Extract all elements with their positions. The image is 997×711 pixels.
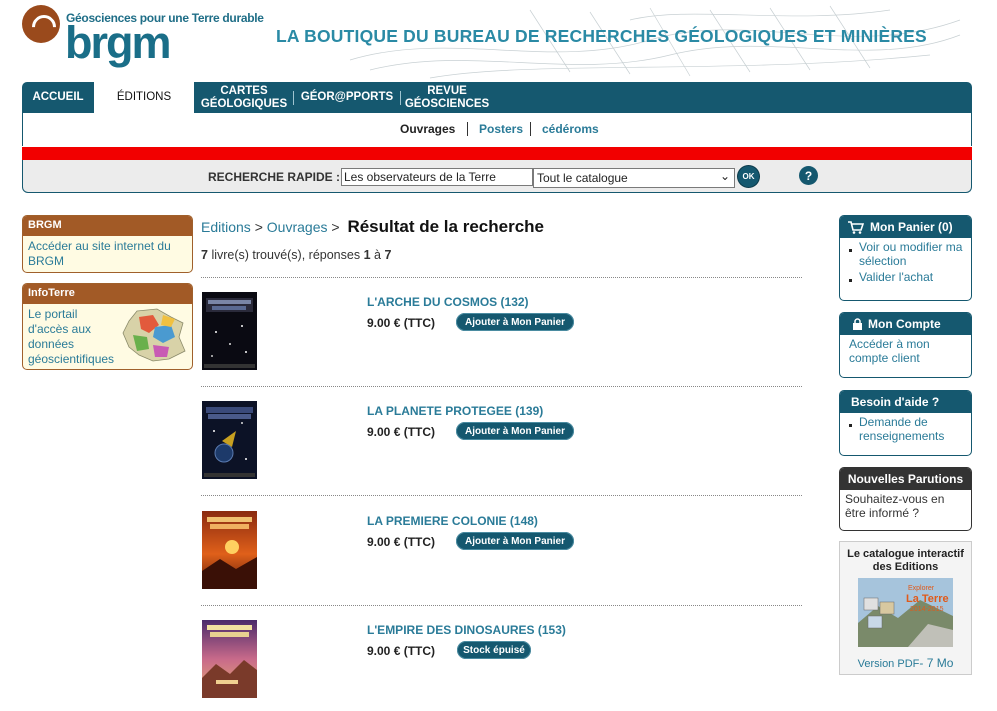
page-title: Résultat de la recherche	[347, 217, 544, 236]
nav-accueil[interactable]: ACCUEIL	[22, 82, 94, 113]
result-total: 7	[201, 248, 208, 262]
alert-bar	[22, 147, 972, 160]
interactive-catalog-box: Le catalogue interactif des Editions Exp…	[839, 541, 972, 675]
france-map-icon[interactable]	[119, 307, 189, 363]
nav-cartes-geologiques[interactable]: CARTES GÉOLOGIQUES	[196, 82, 292, 113]
product-title[interactable]: LA PREMIERE COLONIE (148)	[367, 514, 538, 528]
search-ok-button[interactable]: OK	[738, 166, 759, 187]
sub-nav: Ouvrages Posters cédéroms	[22, 113, 972, 146]
brgm-box: BRGM Accéder au site internet du BRGM	[22, 215, 193, 273]
nav-separator	[400, 91, 401, 105]
breadcrumb-editions[interactable]: Editions	[201, 219, 251, 235]
add-to-cart-button[interactable]: Ajouter à Mon Panier	[456, 532, 574, 550]
product-item: LA PLANETE PROTEGEE (139) 9.00 € (TTC) A…	[201, 401, 802, 491]
result-to: 7	[384, 248, 392, 262]
catalog-cover-image[interactable]: Explorer La Terre 2014-2015	[858, 578, 953, 647]
subnav-cederoms[interactable]: cédéroms	[542, 122, 599, 136]
account-link[interactable]: Accéder à mon compte client	[840, 335, 971, 369]
add-to-cart-button[interactable]: Ajouter à Mon Panier	[456, 313, 574, 331]
cart-icon	[848, 220, 864, 234]
subnav-separator	[530, 122, 531, 136]
cart-title[interactable]: Mon Panier (0)	[870, 220, 953, 234]
catalog-pdf-size: - 7 Mo	[919, 656, 954, 670]
product-item: L'EMPIRE DES DINOSAURES (153) 9.00 € (TT…	[201, 620, 802, 710]
infoterre-box: InfoTerre Le portail d'accès aux données…	[22, 283, 193, 370]
product-price: 9.00 € (TTC)	[367, 644, 436, 658]
news-title[interactable]: Nouvelles Parutions	[840, 468, 971, 490]
search-input[interactable]	[341, 168, 533, 186]
result-from: 1	[363, 248, 371, 262]
add-to-cart-button[interactable]: Ajouter à Mon Panier	[456, 422, 574, 440]
result-count: 7 livre(s) trouvé(s), réponses 1 à 7	[201, 248, 391, 262]
help-box: Besoin d'aide ? Demande de renseignement…	[839, 390, 972, 456]
book-cover-image[interactable]	[202, 511, 257, 589]
help-title[interactable]: Besoin d'aide ?	[840, 391, 971, 413]
product-price: 9.00 € (TTC)	[367, 316, 436, 330]
nav-revue-geosciences[interactable]: REVUE GÉOSCIENCES	[402, 82, 492, 113]
subnav-posters[interactable]: Posters	[479, 122, 523, 136]
catalog-pdf-link[interactable]: Version PDF- 7 Mo	[840, 656, 971, 670]
breadcrumb-ouvrages[interactable]: Ouvrages	[267, 219, 328, 235]
product-price: 9.00 € (TTC)	[367, 535, 436, 549]
chevron-down-icon: ⌄	[719, 169, 730, 183]
catalog-cover-title: La Terre	[906, 593, 949, 605]
brgm-logo-icon[interactable]	[22, 5, 60, 43]
book-cover-image[interactable]	[202, 620, 257, 698]
breadcrumb: Editions > Ouvrages > Résultat de la rec…	[201, 217, 544, 237]
product-title[interactable]: L'ARCHE DU COSMOS (132)	[367, 295, 529, 309]
infoterre-link[interactable]: Le portail d'accès aux données géoscient…	[23, 304, 125, 369]
out-of-stock-button: Stock épuisé	[457, 641, 531, 659]
brgm-site-link[interactable]: Accéder au site internet du BRGM	[23, 236, 192, 272]
result-found-text: livre(s) trouvé(s), réponses	[211, 248, 361, 262]
infoterre-box-title: InfoTerre	[23, 284, 192, 304]
nav-editions[interactable]: ÉDITIONS	[94, 82, 194, 113]
catalog-cover-years: 2014-2015	[910, 606, 944, 613]
information-request-link[interactable]: Demande de renseignements	[848, 415, 965, 443]
nav-georapports[interactable]: GÉOR@PPORTS	[294, 82, 400, 113]
search-label: RECHERCHE RAPIDE :	[208, 170, 341, 184]
catalog-cover-explorer: Explorer	[908, 585, 935, 592]
news-subscribe-link[interactable]: Souhaitez-vous en être informé ?	[840, 490, 971, 524]
subnav-separator	[467, 122, 468, 136]
catalog-scope-select[interactable]: Tout le catalogue ⌄	[533, 168, 735, 188]
brgm-box-title: BRGM	[23, 216, 192, 236]
divider	[201, 277, 802, 278]
product-price: 9.00 € (TTC)	[367, 425, 436, 439]
site-title: LA BOUTIQUE DU BUREAU DE RECHERCHES GÉOL…	[276, 26, 927, 46]
breadcrumb-separator: >	[254, 219, 263, 235]
catalog-pdf-label[interactable]: Version PDF	[858, 658, 920, 670]
view-cart-link[interactable]: Voir ou modifier ma sélection	[848, 240, 965, 268]
catalog-title: Le catalogue interactif des Editions	[847, 548, 964, 573]
account-box-header: Mon Compte	[840, 313, 971, 335]
account-box: Mon Compte Accéder à mon compte client	[839, 312, 972, 378]
divider	[201, 605, 802, 606]
cart-box: Mon Panier (0) Voir ou modifier ma sélec…	[839, 215, 972, 301]
lock-icon	[853, 318, 862, 330]
product-title[interactable]: L'EMPIRE DES DINOSAURES (153)	[367, 623, 566, 637]
book-cover-image[interactable]	[202, 292, 257, 370]
breadcrumb-separator: >	[331, 219, 340, 235]
cart-box-header: Mon Panier (0)	[840, 216, 971, 238]
brgm-logo-wordmark[interactable]: brgm	[65, 18, 171, 68]
subnav-ouvrages[interactable]: Ouvrages	[400, 122, 455, 136]
checkout-link[interactable]: Valider l'achat	[848, 270, 965, 284]
help-icon[interactable]: ?	[799, 166, 818, 185]
divider	[201, 495, 802, 496]
main-nav: ACCUEIL ÉDITIONS CARTES GÉOLOGIQUES GÉOR…	[22, 82, 972, 113]
divider	[201, 386, 802, 387]
product-item: LA PREMIERE COLONIE (148) 9.00 € (TTC) A…	[201, 511, 802, 601]
account-title[interactable]: Mon Compte	[868, 317, 941, 331]
result-to-word: à	[374, 248, 381, 262]
news-box: Nouvelles Parutions Souhaitez-vous en êt…	[839, 467, 972, 531]
product-title[interactable]: LA PLANETE PROTEGEE (139)	[367, 404, 543, 418]
catalog-scope-value: Tout le catalogue	[537, 171, 628, 185]
product-item: L'ARCHE DU COSMOS (132) 9.00 € (TTC) Ajo…	[201, 292, 802, 382]
book-cover-image[interactable]	[202, 401, 257, 479]
quick-search-bar: RECHERCHE RAPIDE : Tout le catalogue ⌄ O…	[22, 160, 972, 193]
